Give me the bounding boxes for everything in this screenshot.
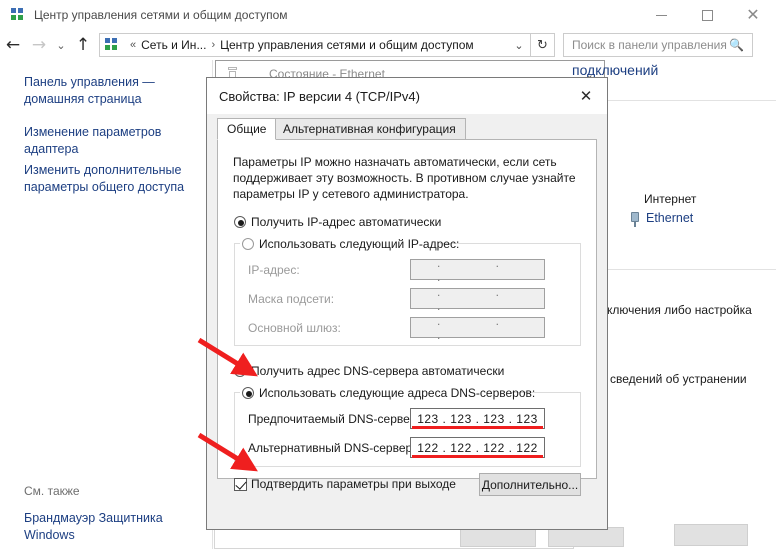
tcpipv4-properties-dialog: Свойства: IP версии 4 (TCP/IPv4) ✕ Общие… [206,77,608,530]
radio-label: Получить адрес DNS-сервера автоматически [251,364,505,378]
tab-alternate-configuration[interactable]: Альтернативная конфигурация [273,118,466,140]
sidebar-item-windows-defender-firewall[interactable]: Брандмауэр Защитника Windows [24,510,192,544]
checkbox-validate-on-exit[interactable]: Подтвердить параметры при выходе [234,477,456,491]
radio-indicator [242,387,254,399]
annotation-arrow-validate-checkbox [197,432,258,472]
search-icon: 🔍 [729,38,744,52]
recent-locations-button[interactable]: ⌄ [52,31,70,59]
sidebar: Панель управления — домашняя страница Из… [0,60,213,549]
radio-obtain-dns-automatically[interactable]: Получить адрес DNS-сервера автоматически [234,364,504,378]
advanced-button[interactable]: Дополнительно... [479,473,581,496]
sidebar-item-change-sharing-settings[interactable]: Изменить дополнительные параметры общего… [24,162,192,196]
dialog-description: Параметры IP можно назначать автоматичес… [233,155,576,201]
navigation-bar: ← → ⌄ ↑ « Сеть и Ин... › Центр управлени… [0,30,776,60]
close-button[interactable]: ✕ [730,0,776,30]
highlight-underline-preferred-dns [412,426,543,429]
label-preferred-dns: Предпочитаемый DNS-сервер: [248,412,420,426]
radio-indicator [234,216,246,228]
tab-general[interactable]: Общие [217,118,277,140]
input-ip-address[interactable]: . . . [410,256,545,284]
radio-obtain-ip-automatically[interactable]: Получить IP-адрес автоматически [234,215,441,229]
close-icon: ✕ [746,5,760,24]
background-button-1[interactable] [674,524,748,546]
ethernet-connection-link[interactable]: Ethernet [646,211,693,225]
tabstrip: Общие Альтернативная конфигурация [217,118,597,140]
background-button-a[interactable] [460,527,536,547]
setup-connection-text: дключения либо настройка [600,303,752,317]
maximize-button[interactable] [684,0,730,30]
window-title: Центр управления сетями и общим доступом [34,8,288,22]
search-placeholder: Поиск в панели управления [572,38,727,52]
input-default-gateway[interactable]: . . . [410,314,545,342]
label-ip-address: IP-адрес: [248,263,300,277]
network-icon [10,7,26,23]
breadcrumb-item-1[interactable]: Сеть и Ин... [141,38,206,52]
dialog-close-button[interactable]: ✕ [565,79,607,113]
address-bar[interactable]: « Сеть и Ин... › Центр управления сетями… [99,33,531,57]
ip-placeholder-dots: . . . [437,284,526,313]
forward-button[interactable]: → [26,31,52,59]
checkbox-label: Подтвердить параметры при выходе [251,477,456,491]
chevron-down-icon[interactable]: ⌄ [508,39,530,52]
highlight-underline-alternate-dns [412,455,543,458]
label-default-gateway: Основной шлюз: [248,321,341,335]
radio-label: Использовать следующие адреса DNS-сервер… [259,386,536,400]
up-button[interactable]: ↑ [70,31,96,59]
window-titlebar: Центр управления сетями и общим доступом… [0,0,776,30]
annotation-arrow-dns-radio [197,337,258,377]
minimize-button[interactable] [638,0,684,30]
label-alternate-dns: Альтернативный DNS-сервер: [248,441,416,455]
network-type-label: Интернет [644,192,697,206]
app-root: Центр управления сетями и общим доступом… [0,0,776,549]
see-also-label: См. также [24,484,80,498]
troubleshoot-text: е сведений об устранении [600,372,747,386]
radio-label: Получить IP-адрес автоматически [251,215,442,229]
breadcrumb-network-icon [104,37,120,53]
sidebar-item-control-panel-home[interactable]: Панель управления — домашняя страница [24,74,192,108]
breadcrumb-item-2[interactable]: Центр управления сетями и общим доступом [220,38,474,52]
checkbox-indicator [234,477,247,491]
ethernet-icon [629,212,641,228]
radio-indicator [242,238,254,250]
dialog-titlebar: Свойства: IP версии 4 (TCP/IPv4) ✕ [207,78,607,114]
radio-label: Использовать следующий IP-адрес: [259,237,460,251]
label-subnet-mask: Маска подсети: [248,292,335,306]
ip-placeholder-dots: . . . [437,313,526,342]
background-button-b[interactable] [548,527,624,547]
breadcrumb-separator: › [211,39,216,51]
window-controls: ✕ [638,0,776,30]
back-button[interactable]: ← [0,31,26,59]
input-subnet-mask[interactable]: . . . [410,285,545,313]
radio-use-following-dns[interactable]: Использовать следующие адреса DNS-сервер… [242,386,535,400]
page-heading: подключений [572,62,659,78]
dialog-title: Свойства: IP версии 4 (TCP/IPv4) [219,88,420,104]
breadcrumb-root[interactable]: « [130,39,136,51]
refresh-button[interactable]: ↻ [531,33,555,57]
sidebar-item-change-adapter-settings[interactable]: Изменение параметров адаптера [24,124,192,158]
ip-placeholder-dots: . . . [437,255,526,284]
radio-use-following-ip[interactable]: Использовать следующий IP-адрес: [242,237,459,251]
tab-page-general: Параметры IP можно назначать автоматичес… [217,139,597,496]
search-input[interactable]: Поиск в панели управления 🔍 [563,33,753,57]
